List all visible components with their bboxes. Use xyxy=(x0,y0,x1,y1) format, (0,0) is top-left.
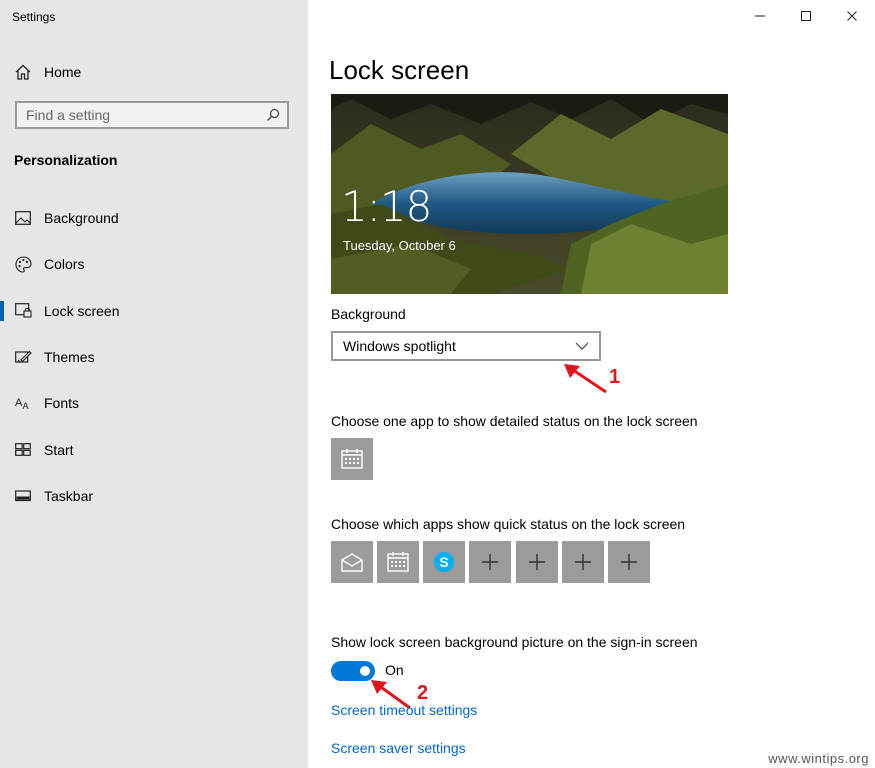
annotation-number-1: 1 xyxy=(609,366,621,388)
svg-text:S: S xyxy=(439,554,448,570)
chevron-down-icon xyxy=(575,342,589,350)
plus-icon xyxy=(529,554,545,570)
toggle-state-label: On xyxy=(385,662,404,678)
signin-background-label: Show lock screen background picture on t… xyxy=(331,634,698,650)
sidebar-item-label: Background xyxy=(44,210,119,227)
background-dropdown-value: Windows spotlight xyxy=(343,338,456,354)
themes-icon xyxy=(14,348,32,366)
background-dropdown[interactable]: Windows spotlight xyxy=(331,331,601,361)
toggle-knob xyxy=(360,666,370,676)
detailed-status-label: Choose one app to show detailed status o… xyxy=(331,413,698,429)
search-icon[interactable] xyxy=(263,105,283,125)
search-box[interactable] xyxy=(15,101,289,129)
start-icon xyxy=(14,441,32,459)
quick-status-add-button[interactable] xyxy=(562,541,604,583)
sidebar-nav: Background Colors Lock screen Themes AA … xyxy=(0,195,308,519)
screen-timeout-link[interactable]: Screen timeout settings xyxy=(331,702,477,718)
preview-time: 1:18 xyxy=(341,182,432,231)
lock-screen-icon xyxy=(14,302,32,320)
quick-status-app-mail[interactable] xyxy=(331,541,373,583)
calendar-icon xyxy=(387,552,409,572)
sidebar-item-lock-screen[interactable]: Lock screen xyxy=(0,288,308,334)
window-title: Settings xyxy=(12,10,56,24)
sidebar-item-colors[interactable]: Colors xyxy=(0,241,308,287)
home-label: Home xyxy=(44,64,82,80)
background-label: Background xyxy=(331,306,406,322)
sidebar-item-start[interactable]: Start xyxy=(0,426,308,472)
detailed-status-app-button[interactable] xyxy=(331,438,373,480)
quick-status-label: Choose which apps show quick status on t… xyxy=(331,516,686,532)
plus-icon xyxy=(482,554,498,570)
maximize-icon xyxy=(801,11,811,21)
preview-date: Tuesday, October 6 xyxy=(343,238,456,253)
quick-status-add-button[interactable] xyxy=(516,541,558,583)
sidebar-item-themes[interactable]: Themes xyxy=(0,334,308,380)
calendar-icon xyxy=(341,449,363,469)
window-controls xyxy=(737,0,875,32)
sidebar-item-fonts[interactable]: AA Fonts xyxy=(0,380,308,426)
sidebar-item-label: Colors xyxy=(44,256,85,273)
home-icon xyxy=(15,64,31,80)
quick-status-add-button[interactable] xyxy=(608,541,650,583)
search-input[interactable] xyxy=(17,106,263,124)
sidebar-item-label: Lock screen xyxy=(44,302,120,319)
quick-status-add-button[interactable] xyxy=(469,541,511,583)
minimize-icon xyxy=(755,15,765,17)
close-icon xyxy=(847,11,857,21)
sidebar-home[interactable]: Home xyxy=(14,62,81,82)
sidebar-item-label: Fonts xyxy=(44,395,80,412)
plus-icon xyxy=(621,554,637,570)
minimize-button[interactable] xyxy=(737,0,783,32)
section-title: Personalization xyxy=(14,152,118,168)
mail-icon xyxy=(341,553,363,572)
quick-status-app-skype[interactable]: S xyxy=(423,541,465,583)
palette-icon xyxy=(14,255,32,273)
fonts-icon: AA xyxy=(14,394,32,412)
sidebar-item-label: Start xyxy=(44,441,74,458)
plus-icon xyxy=(575,554,591,570)
picture-icon xyxy=(14,209,32,227)
maximize-button[interactable] xyxy=(783,0,829,32)
svg-text:A: A xyxy=(22,401,28,411)
sidebar-item-label: Taskbar xyxy=(44,487,94,504)
watermark: www.wintips.org xyxy=(768,751,869,766)
sidebar-item-label: Themes xyxy=(44,349,95,366)
skype-icon: S xyxy=(434,552,454,572)
annotation-arrow-1 xyxy=(564,364,607,394)
quick-status-app-calendar[interactable] xyxy=(377,541,419,583)
sidebar: Settings Home Personalization Background… xyxy=(0,0,308,768)
page-title: Lock screen xyxy=(329,55,470,85)
screen-saver-link[interactable]: Screen saver settings xyxy=(331,740,466,756)
lock-screen-preview: 1:18 Tuesday, October 6 xyxy=(331,94,728,294)
sidebar-item-taskbar[interactable]: Taskbar xyxy=(0,473,308,519)
taskbar-icon xyxy=(14,487,32,505)
close-button[interactable] xyxy=(829,0,875,32)
sidebar-item-background[interactable]: Background xyxy=(0,195,308,241)
